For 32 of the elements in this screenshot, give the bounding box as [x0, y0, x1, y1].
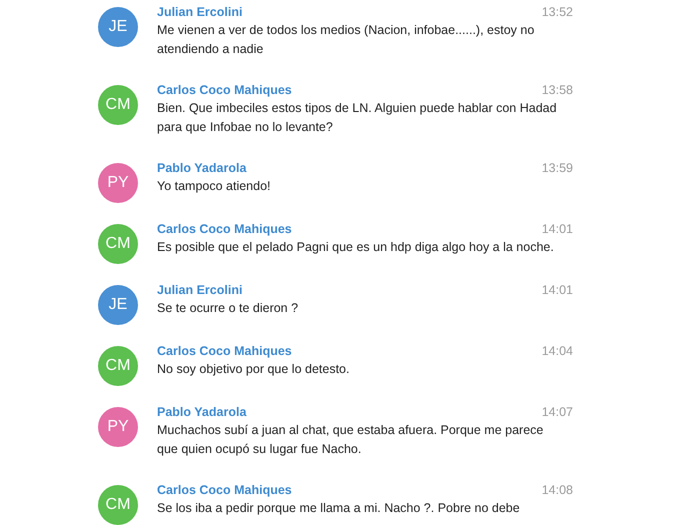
avatar[interactable]: CM [98, 85, 138, 125]
avatar[interactable]: PY [98, 407, 138, 447]
avatar[interactable]: JE [98, 7, 138, 47]
message-time: 14:01 [542, 222, 573, 236]
author-name[interactable]: Julian Ercolini [157, 5, 242, 19]
message-time: 14:01 [542, 283, 573, 297]
message-text: Bien. Que imbeciles estos tipos de LN. Alguien puede hablar con Hadad para que Infobae no lo levante? [157, 100, 558, 136]
message-text: No soy objetivo por que lo detesto. [157, 361, 350, 378]
avatar[interactable]: CM [98, 224, 138, 264]
avatar[interactable]: CM [98, 485, 138, 525]
message-time: 14:07 [542, 405, 573, 419]
message-time: 13:58 [542, 83, 573, 97]
message-text: Yo tampoco atiendo! [157, 178, 272, 195]
author-name[interactable]: Carlos Coco Mahiques [157, 83, 292, 97]
message-time: 14:04 [542, 344, 573, 358]
author-name[interactable]: Julian Ercolini [157, 283, 242, 297]
author-name[interactable]: Pablo Yadarola [157, 161, 246, 175]
message-time: 13:52 [542, 5, 573, 19]
author-name[interactable]: Pablo Yadarola [157, 405, 246, 419]
message-time: 14:08 [542, 483, 573, 497]
message-text: Muchachos subí a juan al chat, que estaba afuera. Porque me parece que quien ocupó su lugar fue Nacho. [157, 422, 544, 458]
message-time: 13:59 [542, 161, 573, 175]
author-name[interactable]: Carlos Coco Mahiques [157, 344, 292, 358]
message-text: Es posible que el pelado Pagni que es un hdp diga algo hoy a la noche. [157, 239, 555, 256]
message-text: Me vienen a ver de todos los medios (Nacion, infobae......), estoy no atendiendo a nadie [157, 22, 536, 58]
message-text: Se los iba a pedir porque me llama a mi. Nacho ?. Pobre no debe [157, 500, 521, 517]
avatar[interactable]: JE [98, 285, 138, 325]
author-name[interactable]: Carlos Coco Mahiques [157, 222, 292, 236]
author-name[interactable]: Carlos Coco Mahiques [157, 483, 292, 497]
avatar[interactable]: CM [98, 346, 138, 386]
avatar[interactable]: PY [98, 163, 138, 203]
message-text: Se te ocurre o te dieron ? [157, 300, 300, 317]
